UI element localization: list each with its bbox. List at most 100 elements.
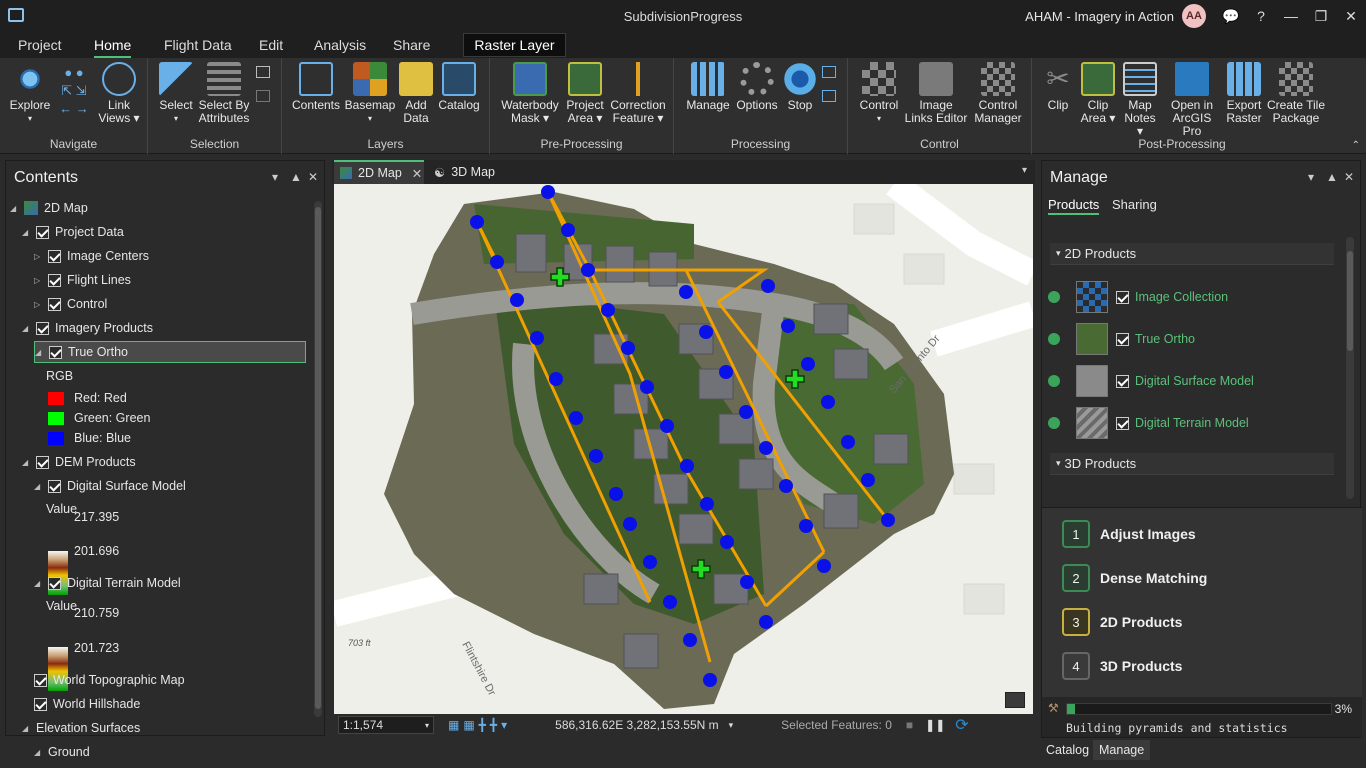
contents-scrollbar[interactable] [314, 201, 322, 717]
tree-item-dtm[interactable]: ◢ Digital Terrain Model [34, 572, 181, 594]
tree-item-dem-products[interactable]: ◢ DEM Products [22, 451, 136, 473]
close-tab-icon[interactable]: ✕ [412, 166, 422, 181]
tab-home[interactable]: Home [94, 37, 132, 58]
catalog-button[interactable]: Catalog [436, 62, 482, 112]
tab-project[interactable]: Project [18, 37, 62, 53]
coord-format-icon[interactable]: ▾ [729, 720, 734, 731]
clip-button[interactable]: ✂ Clip [1040, 62, 1076, 112]
waterbody-mask-button[interactable]: Waterbody Mask ▾ [498, 62, 562, 125]
product-dtm[interactable]: Digital Terrain Model [1048, 403, 1249, 443]
scrollbar-thumb[interactable] [1347, 251, 1353, 351]
tab-analysis[interactable]: Analysis [314, 37, 366, 53]
tab-flight-data[interactable]: Flight Data [164, 37, 232, 53]
tree-item-imagery-products[interactable]: ◢ Imagery Products [22, 317, 153, 339]
expand-icon[interactable]: ◢ [22, 724, 32, 733]
checkbox[interactable] [48, 273, 61, 287]
image-links-editor-button[interactable]: Image Links Editor [904, 62, 968, 125]
tab-3d-map[interactable]: ☯ 3D Map [428, 160, 508, 184]
map-canvas[interactable]: Flintshire Dr San Jacinto Dr 703 ft [334, 184, 1033, 714]
expand-icon[interactable]: ◢ [34, 579, 44, 588]
expand-icon[interactable]: ◢ [35, 348, 45, 357]
tabs-menu-icon[interactable]: ▾ [1022, 165, 1027, 176]
tree-item-ground[interactable]: ◢ Ground [34, 741, 90, 763]
checkbox[interactable] [36, 455, 49, 469]
checkbox[interactable] [48, 576, 61, 590]
help-icon[interactable]: ? [1246, 8, 1276, 24]
contents-button[interactable]: Contents [290, 62, 342, 112]
product-dsm[interactable]: Digital Surface Model [1048, 361, 1254, 401]
close-window-icon[interactable]: ✕ [1336, 8, 1366, 25]
tree-item-world-hillshade[interactable]: World Hillshade [34, 693, 140, 715]
explore-button[interactable]: Explore ▾ [8, 62, 52, 125]
tree-item-elevation-surfaces[interactable]: ◢ Elevation Surfaces [22, 717, 140, 739]
refresh-icon[interactable]: ⟳ [955, 715, 968, 735]
step-2d-products[interactable]: 3 2D Products [1062, 600, 1182, 644]
products-scrollbar[interactable] [1346, 237, 1354, 499]
avatar[interactable]: AA [1182, 4, 1206, 28]
options-button[interactable]: Options [734, 62, 780, 112]
expand-icon[interactable]: ◢ [22, 324, 32, 333]
product-true-ortho[interactable]: True Ortho [1048, 319, 1195, 359]
select-by-attributes-button[interactable]: Select By Attributes [198, 62, 250, 125]
checkbox[interactable] [1116, 290, 1129, 304]
tab-2d-map[interactable]: 2D Map ✕ [334, 160, 424, 184]
collapse-icon[interactable]: ▷ [34, 276, 44, 285]
report-icon[interactable] [822, 90, 836, 102]
pin-icon[interactable]: ▲ [1326, 170, 1338, 184]
checkbox[interactable] [48, 249, 61, 263]
tree-item-true-ortho[interactable]: ◢ True Ortho [34, 341, 306, 363]
step-adjust-images[interactable]: 1 Adjust Images [1062, 512, 1196, 556]
tab-edit[interactable]: Edit [259, 37, 283, 53]
link-views-button[interactable]: Link Views ▾ [96, 62, 142, 125]
map-svg[interactable]: Flintshire Dr San Jacinto Dr 703 ft [334, 184, 1033, 714]
select-button[interactable]: Select ▾ [156, 62, 196, 125]
tree-item-2d-map[interactable]: ◢ 2D Map [10, 197, 88, 219]
expand-icon[interactable]: ◢ [22, 228, 32, 237]
expand-icon[interactable]: ◢ [10, 204, 20, 213]
checkbox[interactable] [36, 321, 49, 335]
restore-icon[interactable]: ❐ [1306, 8, 1336, 25]
pane-menu-icon[interactable]: ▾ [1308, 170, 1314, 184]
clear-selection-icon[interactable] [256, 90, 270, 102]
tab-manage[interactable]: Manage [1093, 740, 1151, 760]
close-pane-icon[interactable]: ✕ [1344, 170, 1354, 184]
expand-icon[interactable]: ◢ [22, 458, 32, 467]
close-pane-icon[interactable]: ✕ [308, 170, 318, 184]
add-data-button[interactable]: Add Data [398, 62, 434, 125]
checkbox[interactable] [34, 697, 47, 711]
tab-products[interactable]: Products [1048, 197, 1100, 215]
section-3d-products[interactable]: ▾ 3D Products [1050, 453, 1334, 475]
tab-catalog[interactable]: Catalog [1046, 743, 1089, 757]
snapping-tools-icon[interactable]: ▦▦╋╋▾ [448, 718, 511, 732]
checkbox[interactable] [1116, 332, 1129, 346]
checkbox[interactable] [1116, 374, 1129, 388]
notification-icon[interactable]: 💬 [1216, 8, 1246, 25]
attribute-table-icon[interactable] [256, 66, 270, 78]
step-dense-matching[interactable]: 2 Dense Matching [1062, 556, 1207, 600]
control-button[interactable]: Control ▾ [856, 62, 902, 125]
tree-item-project-data[interactable]: ◢ Project Data [22, 221, 124, 243]
tab-share[interactable]: Share [393, 37, 430, 53]
export-raster-button[interactable]: Export Raster [1224, 62, 1264, 125]
tree-item-control[interactable]: ▷ Control [34, 293, 107, 315]
checkbox[interactable] [48, 297, 61, 311]
manage-button[interactable]: Manage [684, 62, 732, 112]
checkbox[interactable] [1116, 416, 1129, 430]
map-notes-icon[interactable] [1005, 692, 1025, 708]
create-tile-package-button[interactable]: Create Tile Package [1266, 62, 1326, 125]
tab-sharing[interactable]: Sharing [1112, 197, 1157, 212]
pin-icon[interactable]: ▲ [290, 170, 302, 184]
log-icon[interactable] [822, 66, 836, 78]
checkbox[interactable] [49, 345, 62, 359]
expand-icon[interactable]: ◢ [34, 748, 44, 757]
collapse-ribbon-icon[interactable]: ⌃ [1352, 140, 1360, 151]
project-area-button[interactable]: Project Area ▾ [564, 62, 606, 125]
checkbox[interactable] [48, 479, 61, 493]
section-2d-products[interactable]: ▾ 2D Products [1050, 243, 1334, 265]
collapse-icon[interactable]: ▷ [34, 252, 44, 261]
basemap-button[interactable]: Basemap ▾ [344, 62, 396, 125]
clear-selection-icon[interactable]: ■ [906, 718, 913, 732]
product-image-collection[interactable]: Image Collection [1048, 277, 1228, 317]
minimize-icon[interactable]: — [1276, 8, 1306, 24]
collapse-icon[interactable]: ▷ [34, 300, 44, 309]
